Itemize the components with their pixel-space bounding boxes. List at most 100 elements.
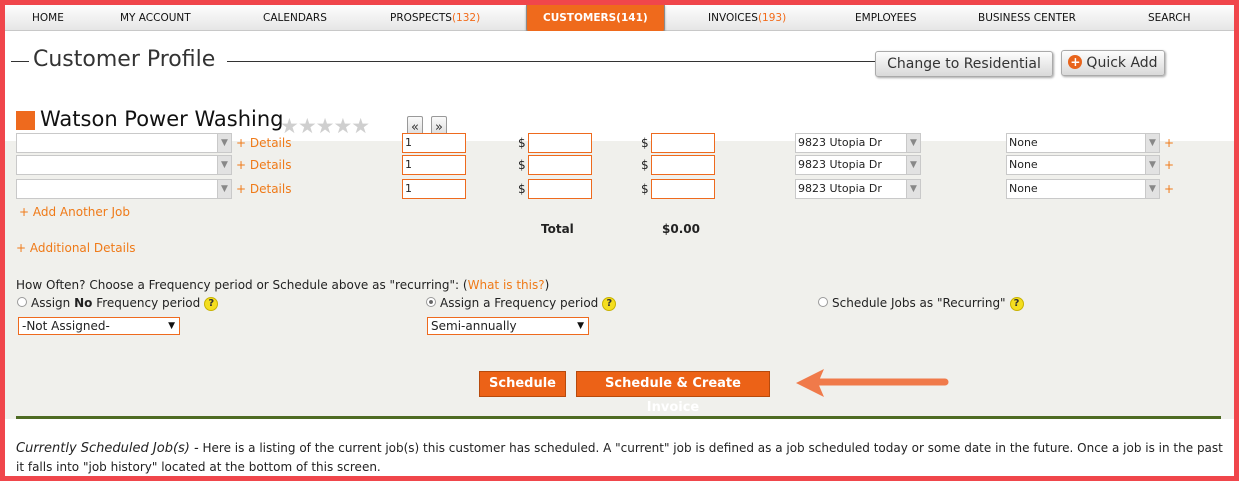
additional-details-link[interactable]: + Additional Details bbox=[16, 241, 136, 255]
price-input[interactable] bbox=[528, 133, 592, 153]
scheduled-jobs-description: Currently Scheduled Job(s) - Here is a l… bbox=[16, 439, 1231, 476]
profile-header: Customer Profile Change to Residential +… bbox=[5, 31, 1234, 141]
top-nav: HOME MY ACCOUNT CALENDARS PROSPECTS(132)… bbox=[5, 5, 1234, 33]
frequency-select-value: Semi-annually bbox=[431, 319, 517, 333]
dollar-sign: $ bbox=[518, 182, 526, 196]
job-service-select[interactable] bbox=[16, 179, 218, 199]
assign-select[interactable]: None bbox=[1006, 133, 1146, 153]
nav-customers-count: (141) bbox=[616, 12, 648, 24]
quick-add-label: Quick Add bbox=[1086, 55, 1158, 71]
help-icon[interactable]: ? bbox=[1009, 297, 1024, 311]
add-another-job-link[interactable]: + Add Another Job bbox=[19, 205, 130, 219]
nav-customers[interactable]: CUSTOMERS(141) bbox=[526, 5, 665, 33]
no-frequency-select-value: -Not Assigned- bbox=[22, 319, 110, 333]
scheduled-jobs-heading: Currently Scheduled Job(s) - bbox=[16, 441, 199, 456]
scheduled-jobs-section: Currently Scheduled Job(s) - Here is a l… bbox=[5, 419, 1234, 476]
address-select[interactable]: 9823 Utopia Dr bbox=[795, 133, 907, 153]
help-icon[interactable]: ? bbox=[602, 297, 617, 311]
nav-invoices-count: (193) bbox=[757, 12, 787, 24]
chevron-down-icon[interactable]: ▼ bbox=[218, 133, 232, 153]
radio-no-frequency-b: No bbox=[74, 296, 93, 310]
schedule-and-invoice-button[interactable]: Schedule & Create Invoice bbox=[576, 371, 770, 415]
help-icon[interactable]: ? bbox=[204, 297, 219, 311]
frequency-select[interactable]: Semi-annually ▼ bbox=[427, 317, 589, 335]
total-label: Total bbox=[541, 222, 574, 236]
chevron-down-icon[interactable]: ▼ bbox=[907, 179, 921, 199]
address-select[interactable]: 9823 Utopia Dr bbox=[795, 179, 907, 199]
title-rule-left bbox=[11, 61, 29, 62]
nav-invoices-label: INVOICES bbox=[708, 12, 758, 24]
schedule-button[interactable]: Schedule bbox=[479, 371, 566, 397]
nav-home[interactable]: HOME bbox=[32, 5, 64, 31]
radio-no-frequency-c: Frequency period bbox=[92, 296, 201, 310]
frequency-question: How Often? Choose a Frequency period or … bbox=[16, 278, 549, 292]
dollar-sign: $ bbox=[641, 136, 649, 150]
radio-assign-frequency[interactable]: Assign a Frequency period? bbox=[426, 296, 617, 311]
radio-assign-frequency-label: Assign a Frequency period bbox=[440, 296, 599, 310]
radio-recurring-label: Schedule Jobs as "Recurring" bbox=[832, 296, 1006, 310]
details-link[interactable]: + Details bbox=[236, 136, 291, 150]
frequency-question-end: ) bbox=[544, 278, 550, 292]
page-title: Customer Profile bbox=[33, 47, 216, 72]
dollar-sign: $ bbox=[641, 182, 649, 196]
chevron-down-icon[interactable]: ▼ bbox=[1146, 133, 1160, 153]
chevron-down-icon: ▼ bbox=[577, 321, 584, 331]
nav-prospects-count: (132) bbox=[451, 12, 481, 24]
nav-prospects-label: PROSPECTS bbox=[390, 12, 452, 24]
job-service-select[interactable] bbox=[16, 133, 218, 153]
what-is-this-link[interactable]: What is this? bbox=[468, 278, 545, 292]
chevron-down-icon[interactable]: ▼ bbox=[218, 179, 232, 199]
price-input[interactable] bbox=[528, 179, 592, 199]
cost-input[interactable] bbox=[651, 179, 715, 199]
chevron-down-icon[interactable]: ▼ bbox=[218, 155, 232, 175]
chevron-down-icon[interactable]: ▼ bbox=[907, 155, 921, 175]
chevron-down-icon[interactable]: ▼ bbox=[907, 133, 921, 153]
radio-no-frequency-a: Assign bbox=[31, 296, 75, 310]
price-input[interactable] bbox=[528, 155, 592, 175]
add-assignee-icon[interactable]: + bbox=[1164, 182, 1174, 196]
total-value: $0.00 bbox=[662, 222, 700, 236]
assign-select[interactable]: None bbox=[1006, 155, 1146, 175]
dollar-sign: $ bbox=[641, 158, 649, 172]
change-to-residential-button[interactable]: Change to Residential bbox=[875, 51, 1053, 77]
radio-no-frequency[interactable]: Assign No Frequency period? bbox=[17, 296, 219, 311]
details-link[interactable]: + Details bbox=[236, 182, 291, 196]
assign-select[interactable]: None bbox=[1006, 179, 1146, 199]
no-frequency-select[interactable]: -Not Assigned- ▼ bbox=[18, 317, 180, 335]
nav-prospects[interactable]: PROSPECTS(132) bbox=[390, 5, 480, 31]
pointer-arrow-icon bbox=[796, 369, 949, 397]
dollar-sign: $ bbox=[518, 136, 526, 150]
cost-input[interactable] bbox=[651, 155, 715, 175]
dollar-sign: $ bbox=[518, 158, 526, 172]
radio-icon[interactable] bbox=[17, 297, 27, 307]
quantity-input[interactable]: 1 bbox=[402, 155, 466, 175]
radio-selected-icon[interactable] bbox=[426, 297, 436, 307]
cost-input[interactable] bbox=[651, 133, 715, 153]
add-assignee-icon[interactable]: + bbox=[1164, 158, 1174, 172]
quantity-input[interactable]: 1 bbox=[402, 133, 466, 153]
nav-search[interactable]: SEARCH bbox=[1148, 5, 1190, 31]
chevron-down-icon[interactable]: ▼ bbox=[1146, 155, 1160, 175]
customer-name: Watson Power Washing bbox=[40, 107, 284, 131]
nav-business-center[interactable]: BUSINESS CENTER bbox=[978, 5, 1076, 31]
nav-calendars[interactable]: CALENDARS bbox=[263, 5, 327, 31]
job-service-select[interactable] bbox=[16, 155, 218, 175]
radio-icon[interactable] bbox=[818, 297, 828, 307]
quantity-input[interactable]: 1 bbox=[402, 179, 466, 199]
frequency-question-text: How Often? Choose a Frequency period or … bbox=[16, 278, 468, 292]
nav-employees[interactable]: EMPLOYEES bbox=[855, 5, 917, 31]
details-link[interactable]: + Details bbox=[236, 158, 291, 172]
nav-invoices[interactable]: INVOICES(193) bbox=[708, 5, 786, 31]
plus-circle-icon: + bbox=[1068, 55, 1083, 69]
chevron-down-icon: ▼ bbox=[168, 321, 175, 331]
nav-customers-label: CUSTOMERS bbox=[543, 12, 617, 24]
title-rule-right bbox=[227, 61, 875, 62]
quick-add-button[interactable]: + Quick Add bbox=[1061, 50, 1165, 76]
address-select[interactable]: 9823 Utopia Dr bbox=[795, 155, 907, 175]
customer-color-icon bbox=[16, 111, 35, 130]
chevron-down-icon[interactable]: ▼ bbox=[1146, 179, 1160, 199]
add-assignee-icon[interactable]: + bbox=[1164, 136, 1174, 150]
radio-recurring[interactable]: Schedule Jobs as "Recurring"? bbox=[818, 296, 1024, 311]
rating-stars[interactable]: ★★★★★ bbox=[280, 114, 370, 138]
nav-my-account[interactable]: MY ACCOUNT bbox=[120, 5, 191, 31]
